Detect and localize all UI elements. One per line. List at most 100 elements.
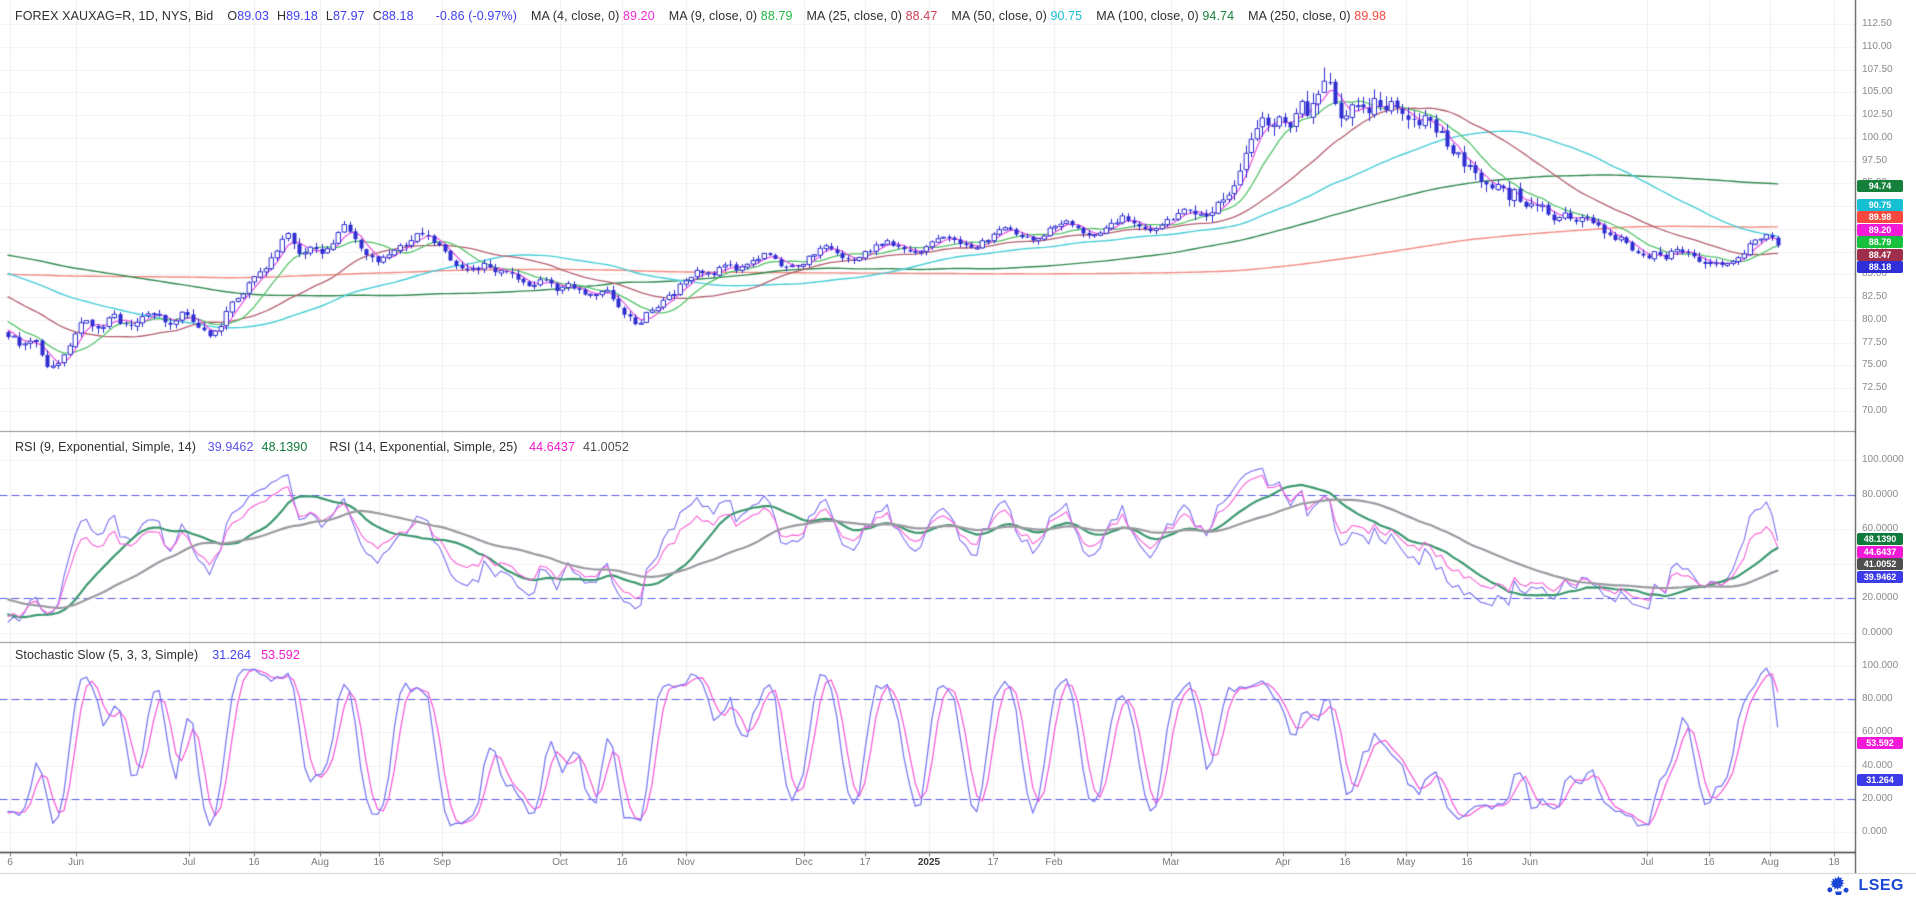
quote-field-label: O [227, 9, 237, 23]
time-tick-label: May [1397, 857, 1416, 868]
rsi-legend-group: RSI (9, Exponential, Simple, 14) 39.9462… [15, 440, 307, 454]
rsi-legend-value: 39.9462 [208, 440, 254, 454]
time-tick-label: Aug [311, 857, 329, 868]
rsi-legend-label: RSI (9, Exponential, Simple, 14) [15, 440, 200, 454]
quote-field-label: C [373, 9, 382, 23]
ma-legend-label: MA (25, close, 0) [807, 9, 906, 23]
price-badge: 89.20 [1857, 224, 1903, 236]
price-badge: 90.75 [1857, 199, 1903, 211]
time-tick-label: Jul [1641, 857, 1654, 868]
quote-field: O89.03 [227, 9, 269, 23]
price-tick-label: 97.50 [1862, 155, 1887, 166]
time-tick-label: 16 [1461, 857, 1472, 868]
stoch-legend-value: 31.264 [212, 648, 251, 662]
price-tick-label: 70.00 [1862, 405, 1887, 416]
ma-legend-item: MA (4, close, 0) 89.20 [531, 9, 655, 23]
price-tick-label: 77.50 [1862, 337, 1887, 348]
ma-legend-label: MA (250, close, 0) [1248, 9, 1354, 23]
rsi-tick-label: 20.0000 [1862, 592, 1898, 603]
price-tick-label: 80.00 [1862, 314, 1887, 325]
rsi-legend-group: RSI (14, Exponential, Simple, 25) 44.643… [329, 440, 628, 454]
price-badge: 94.74 [1857, 180, 1903, 192]
quote-values: O89.03 H89.18 L87.97 C88.18 [227, 9, 421, 23]
time-tick-label: Jun [1522, 857, 1538, 868]
ma-legend-value: 88.47 [906, 9, 938, 23]
lseg-crest-icon [1825, 875, 1852, 897]
ma-legend-value: 88.79 [761, 9, 793, 23]
time-tick-label: Aug [1761, 857, 1779, 868]
quote-field-value: 87.97 [333, 9, 365, 23]
ma-legend-value: 89.20 [623, 9, 655, 23]
time-tick-label: 6 [7, 857, 13, 868]
time-tick-label: Jul [183, 857, 196, 868]
quote-field-value: 89.03 [237, 9, 269, 23]
price-badge: 89.98 [1857, 211, 1903, 223]
stoch-tick-label: 0.000 [1862, 826, 1887, 837]
stoch-badge: 31.264 [1857, 774, 1903, 786]
price-badge: 88.47 [1857, 249, 1903, 261]
time-tick-label: Dec [795, 857, 813, 868]
price-tick-label: 82.50 [1862, 291, 1887, 302]
price-tick-label: 75.00 [1862, 359, 1887, 370]
stoch-tick-label: 20.000 [1862, 793, 1893, 804]
rsi-badge: 44.6437 [1857, 546, 1903, 558]
instrument-label: FOREX XAUXAG=R, 1D, NYS, Bid [15, 9, 213, 23]
time-tick-label: Feb [1045, 857, 1062, 868]
price-tick-label: 107.50 [1862, 64, 1893, 75]
time-tick-label: 16 [1339, 857, 1350, 868]
stoch-badge: 53.592 [1857, 737, 1903, 749]
time-tick-label: 16 [248, 857, 259, 868]
ma-legend-value: 94.74 [1202, 9, 1234, 23]
quote-field: H89.18 [277, 9, 318, 23]
rsi-pane-header: RSI (9, Exponential, Simple, 14) 39.9462… [15, 440, 651, 454]
time-tick-label: 17 [987, 857, 998, 868]
price-tick-label: 100.00 [1862, 132, 1893, 143]
time-tick-label: 16 [373, 857, 384, 868]
rsi-tick-label: 80.0000 [1862, 489, 1898, 500]
stoch-legend-value: 53.592 [261, 648, 300, 662]
price-tick-label: 105.00 [1862, 86, 1893, 97]
ma-legend-item: MA (9, close, 0) 88.79 [669, 9, 793, 23]
rsi-legend-value: 44.6437 [529, 440, 575, 454]
quote-field: L87.97 [326, 9, 365, 23]
rsi-legend-label: RSI (14, Exponential, Simple, 25) [329, 440, 521, 454]
change-value: -0.86 (-0.97%) [436, 9, 517, 23]
time-tick-label: Nov [677, 857, 695, 868]
price-tick-label: 110.00 [1862, 41, 1892, 52]
price-tick-label: 102.50 [1862, 109, 1893, 120]
stoch-tick-label: 60.000 [1862, 726, 1893, 737]
ma-legend-value: 90.75 [1050, 9, 1082, 23]
quote-field: C88.18 [373, 9, 414, 23]
stoch-label: Stochastic Slow (5, 3, 3, Simple) [15, 648, 198, 662]
stoch-values: 31.264 53.592 [212, 648, 310, 662]
price-tick-label: 112.50 [1862, 18, 1892, 29]
ma-legend-item: MA (25, close, 0) 88.47 [807, 9, 938, 23]
ma-legend-label: MA (100, close, 0) [1096, 9, 1202, 23]
time-tick-label: 16 [616, 857, 627, 868]
rsi-badge: 41.0052 [1857, 558, 1903, 570]
time-tick-label: Apr [1275, 857, 1291, 868]
stoch-pane-header: Stochastic Slow (5, 3, 3, Simple) 31.264… [15, 648, 310, 662]
ma-legend-value: 89.98 [1354, 9, 1386, 23]
quote-field-label: L [326, 9, 333, 23]
stoch-tick-label: 80.000 [1862, 693, 1893, 704]
ma-legend-label: MA (9, close, 0) [669, 9, 761, 23]
rsi-legend-value: 41.0052 [583, 440, 629, 454]
lseg-logo-text: LSEG [1858, 877, 1904, 895]
rsi-tick-label: 100.0000 [1862, 454, 1904, 465]
ma-legend-label: MA (4, close, 0) [531, 9, 623, 23]
rsi-tick-label: 0.0000 [1862, 627, 1893, 638]
time-tick-label: 2025 [918, 857, 940, 868]
stoch-tick-label: 100.000 [1862, 660, 1898, 671]
ma-legend-item: MA (250, close, 0) 89.98 [1248, 9, 1386, 23]
time-tick-label: Sep [433, 857, 451, 868]
price-tick-label: 72.50 [1862, 382, 1887, 393]
time-tick-label: Mar [1162, 857, 1179, 868]
ma-legend: MA (4, close, 0) 89.20 MA (9, close, 0) 8… [531, 9, 1400, 23]
time-tick-label: 18 [1828, 857, 1839, 868]
time-tick-label: Jun [68, 857, 84, 868]
ma-legend-label: MA (50, close, 0) [951, 9, 1050, 23]
time-tick-label: 17 [859, 857, 870, 868]
ma-legend-item: MA (50, close, 0) 90.75 [951, 9, 1082, 23]
time-tick-label: Oct [552, 857, 568, 868]
